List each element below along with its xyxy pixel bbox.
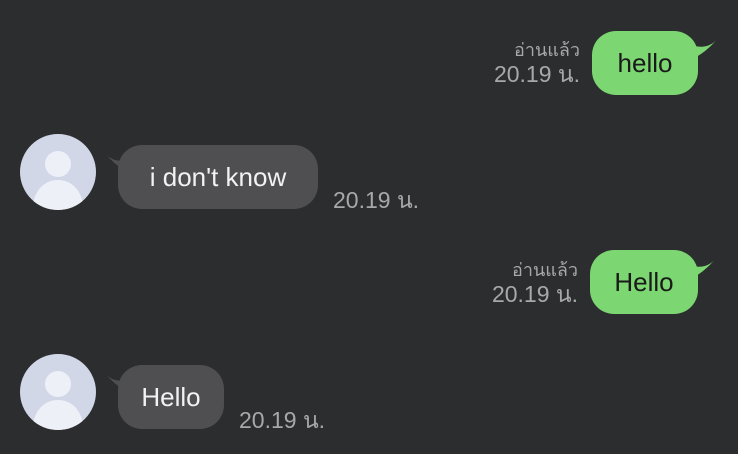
user-avatar[interactable] [20,354,96,430]
read-status: อ่านแล้ว [512,260,578,280]
message-bubble[interactable]: Hello [118,365,224,429]
message-bubble[interactable]: i don't know [118,145,318,209]
message-meta: อ่านแล้ว 20.19 น. [494,40,580,87]
default-user-avatar-icon [32,151,84,210]
message-time: 20.19 น. [493,60,580,87]
user-avatar[interactable] [20,134,96,210]
message-bubble[interactable]: hello [592,31,698,95]
message-time: 20.19 น. [491,280,578,307]
message-time: 20.19 น. [333,187,420,213]
message-time: 20.19 น. [239,407,326,433]
read-status: อ่านแล้ว [514,40,580,60]
message-meta: อ่านแล้ว 20.19 น. [492,260,578,307]
message-bubble[interactable]: Hello [590,250,698,314]
chat-message-list[interactable]: อ่านแล้ว 20.19 น. hello i don't know 20.… [0,0,738,454]
default-user-avatar-icon [32,371,84,430]
